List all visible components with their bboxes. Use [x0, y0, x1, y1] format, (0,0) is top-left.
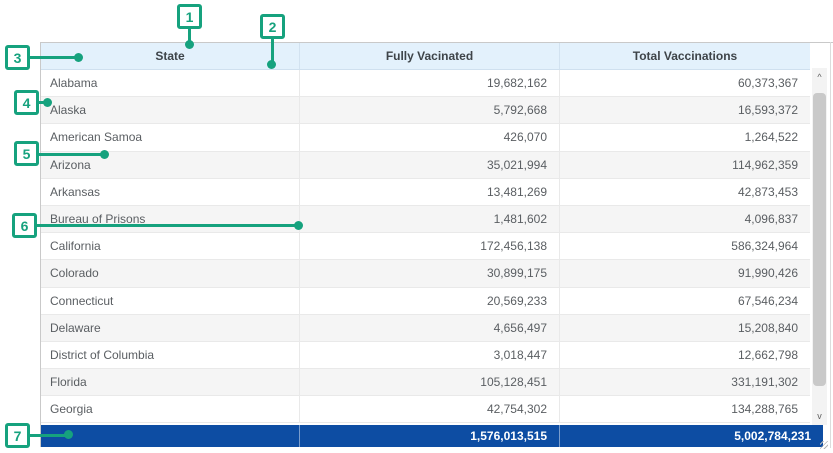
- annotation-dot-6: [294, 221, 303, 230]
- fully-vaccinated-cell: 13,481,269: [300, 179, 560, 205]
- fully-vaccinated-cell: 20,569,233: [300, 288, 560, 314]
- table-row[interactable]: Arizona 35,021,994 114,962,359: [41, 152, 810, 179]
- table-body: Alabama 19,682,162 60,373,367 Alaska 5,7…: [41, 70, 810, 423]
- total-total-vaccinations: 5,002,784,231: [560, 425, 823, 447]
- total-vaccinations-cell: 331,191,302: [560, 369, 810, 395]
- fully-vaccinated-cell: 3,018,447: [300, 342, 560, 368]
- table-row[interactable]: Colorado 30,899,175 91,990,426: [41, 260, 810, 287]
- table-row[interactable]: Delaware 4,656,497 15,208,840: [41, 315, 810, 342]
- table-row[interactable]: American Samoa 426,070 1,264,522: [41, 124, 810, 151]
- fully-vaccinated-cell: 35,021,994: [300, 152, 560, 178]
- table-row[interactable]: Alaska 5,792,668 16,593,372: [41, 97, 810, 124]
- annotation-dot-4: [43, 98, 52, 107]
- scroll-up-icon[interactable]: ^: [812, 70, 827, 84]
- table-header-row: State Fully Vacinated Total Vaccinations: [41, 43, 810, 70]
- annotation-connector-7: [29, 434, 68, 437]
- state-cell: American Samoa: [41, 124, 300, 150]
- fully-vaccinated-cell: 105,128,451: [300, 369, 560, 395]
- annotation-dot-3: [74, 53, 83, 62]
- total-vaccinations-cell: 16,593,372: [560, 97, 810, 123]
- table-widget-canvas: State Fully Vacinated Total Vaccinations…: [0, 0, 833, 453]
- annotation-connector-6: [36, 224, 298, 227]
- frame-right-border: [830, 42, 831, 448]
- total-vaccinations-cell: 134,288,765: [560, 396, 810, 422]
- total-state-cell: [41, 425, 300, 447]
- resize-grip-icon[interactable]: [820, 441, 828, 449]
- scroll-down-icon[interactable]: v: [812, 409, 827, 423]
- annotation-badge-4: 4: [14, 90, 39, 115]
- fully-vaccinated-cell: 30,899,175: [300, 260, 560, 286]
- state-cell: Alabama: [41, 70, 300, 96]
- annotation-number: 6: [21, 219, 29, 233]
- table-row[interactable]: Connecticut 20,569,233 67,546,234: [41, 288, 810, 315]
- data-table: State Fully Vacinated Total Vaccinations…: [41, 43, 810, 423]
- column-header-fully-vaccinated[interactable]: Fully Vacinated: [300, 43, 560, 69]
- fully-vaccinated-cell: 4,656,497: [300, 315, 560, 341]
- table-row[interactable]: California 172,456,138 586,324,964: [41, 233, 810, 260]
- fully-vaccinated-cell: 426,070: [300, 124, 560, 150]
- table-row[interactable]: Alabama 19,682,162 60,373,367: [41, 70, 810, 97]
- total-vaccinations-cell: 1,264,522: [560, 124, 810, 150]
- total-vaccinations-cell: 15,208,840: [560, 315, 810, 341]
- total-vaccinations-cell: 91,990,426: [560, 260, 810, 286]
- total-vaccinations-cell: 12,662,798: [560, 342, 810, 368]
- annotation-badge-3: 3: [5, 45, 30, 70]
- fully-vaccinated-cell: 19,682,162: [300, 70, 560, 96]
- annotation-badge-6: 6: [12, 213, 37, 238]
- annotation-number: 3: [14, 51, 22, 65]
- annotation-badge-7: 7: [5, 423, 30, 448]
- total-vaccinations-cell: 4,096,837: [560, 206, 810, 232]
- annotation-badge-1: 1: [177, 4, 202, 29]
- state-cell: Connecticut: [41, 288, 300, 314]
- fully-vaccinated-cell: 172,456,138: [300, 233, 560, 259]
- vertical-scrollbar[interactable]: ^ v: [812, 68, 827, 425]
- fully-vaccinated-cell: 5,792,668: [300, 97, 560, 123]
- annotation-number: 2: [269, 20, 277, 34]
- summary-total-row: 1,576,013,515 5,002,784,231: [41, 425, 823, 447]
- annotation-badge-2: 2: [260, 14, 285, 39]
- state-cell: Colorado: [41, 260, 300, 286]
- annotation-dot-5: [100, 150, 109, 159]
- annotation-number: 4: [23, 96, 31, 110]
- state-cell: Delaware: [41, 315, 300, 341]
- annotation-number: 7: [14, 429, 22, 443]
- scrollbar-thumb[interactable]: [813, 93, 826, 386]
- state-cell: Arkansas: [41, 179, 300, 205]
- total-vaccinations-cell: 114,962,359: [560, 152, 810, 178]
- annotation-dot-7: [64, 430, 73, 439]
- state-cell: Alaska: [41, 97, 300, 123]
- total-vaccinations-cell: 60,373,367: [560, 70, 810, 96]
- fully-vaccinated-cell: 42,754,302: [300, 396, 560, 422]
- state-cell: Bureau of Prisons: [41, 206, 300, 232]
- annotation-connector-5: [38, 153, 104, 156]
- table-row[interactable]: Florida 105,128,451 331,191,302: [41, 369, 810, 396]
- total-vaccinations-cell: 42,873,453: [560, 179, 810, 205]
- table-row[interactable]: Arkansas 13,481,269 42,873,453: [41, 179, 810, 206]
- total-fully-vaccinated: 1,576,013,515: [300, 425, 560, 447]
- annotation-number: 1: [186, 10, 194, 24]
- annotation-dot-1: [185, 40, 194, 49]
- total-vaccinations-cell: 586,324,964: [560, 233, 810, 259]
- table-row[interactable]: Bureau of Prisons 1,481,602 4,096,837: [41, 206, 810, 233]
- column-header-total-vaccinations[interactable]: Total Vaccinations: [560, 43, 810, 69]
- table-row[interactable]: Georgia 42,754,302 134,288,765: [41, 396, 810, 423]
- table-row[interactable]: District of Columbia 3,018,447 12,662,79…: [41, 342, 810, 369]
- state-cell: Florida: [41, 369, 300, 395]
- annotation-dot-2: [267, 60, 276, 69]
- state-cell: Georgia: [41, 396, 300, 422]
- annotation-connector-3: [29, 56, 78, 59]
- fully-vaccinated-cell: 1,481,602: [300, 206, 560, 232]
- state-cell: California: [41, 233, 300, 259]
- state-cell: District of Columbia: [41, 342, 300, 368]
- total-vaccinations-cell: 67,546,234: [560, 288, 810, 314]
- annotation-badge-5: 5: [14, 141, 39, 166]
- annotation-number: 5: [23, 147, 31, 161]
